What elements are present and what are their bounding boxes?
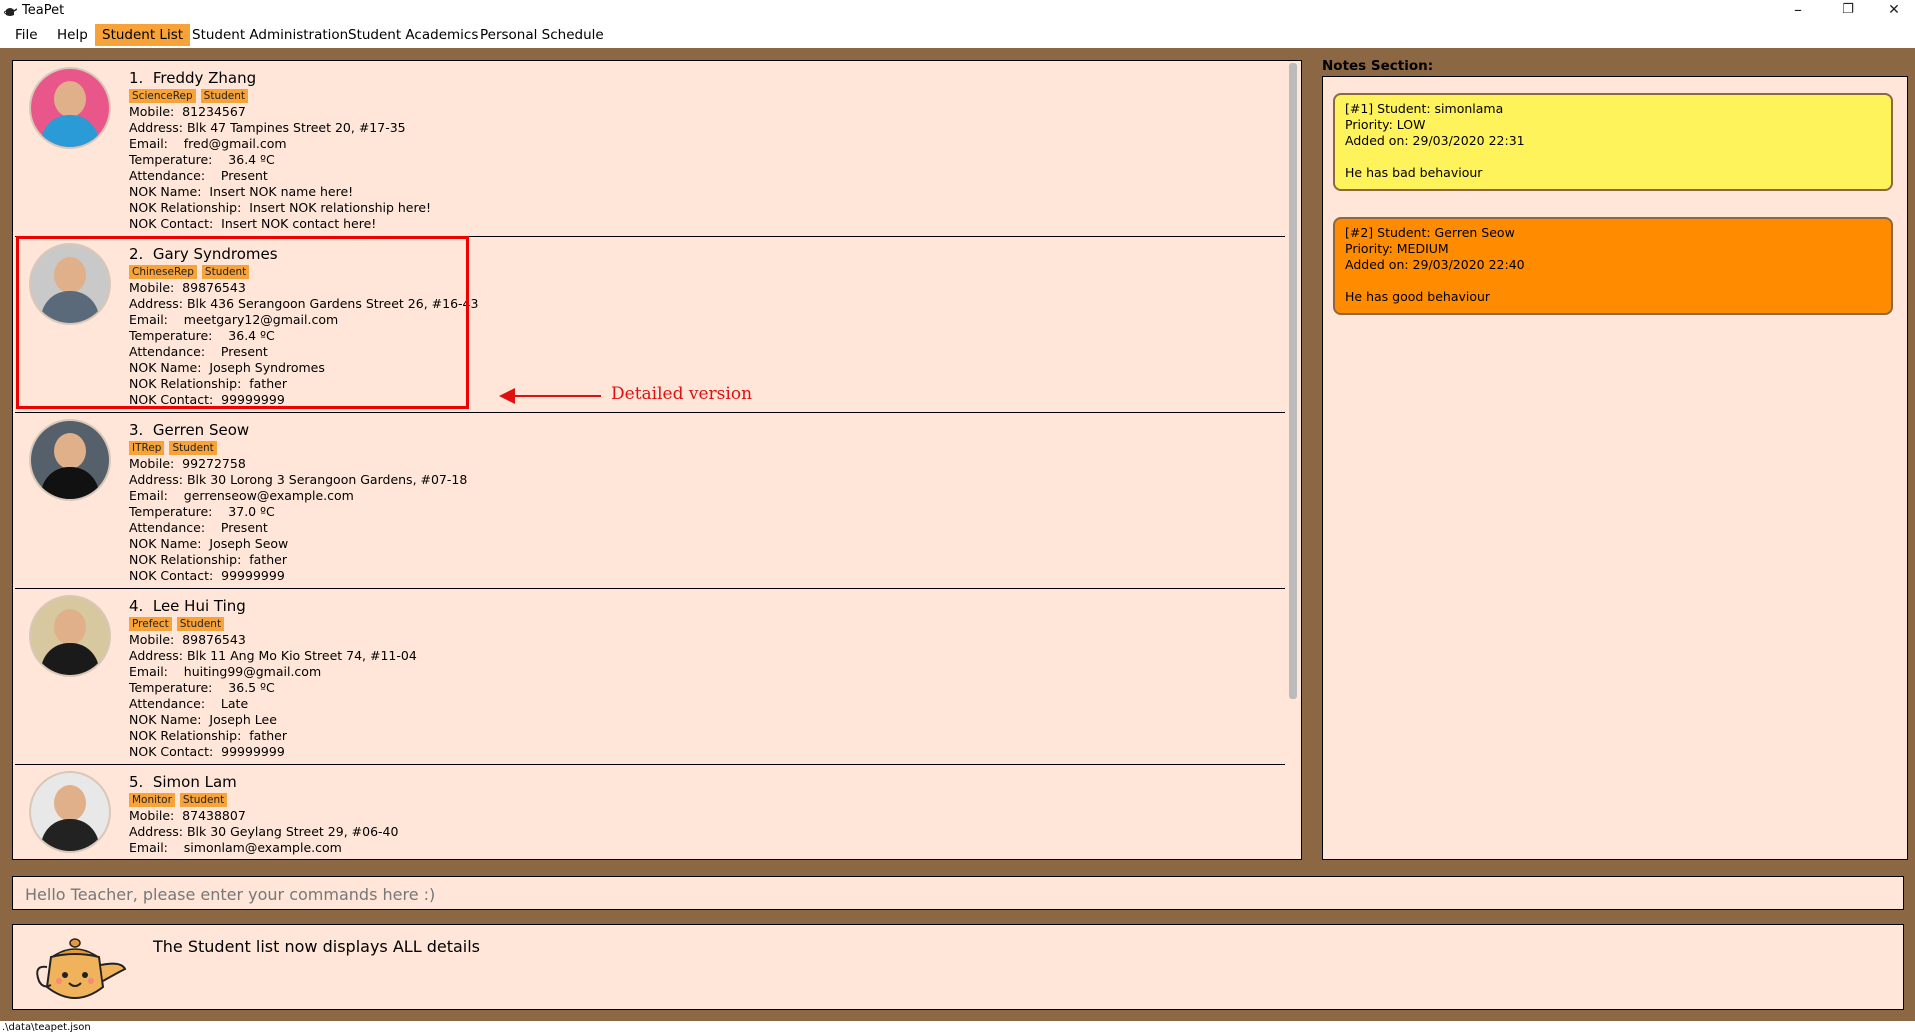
student-name: 4. Lee Hui Ting <box>129 597 246 615</box>
student-tags: ITRep Student <box>129 441 222 455</box>
tag-badge: Student <box>179 793 228 807</box>
note-date: Added on: 29/03/2020 22:40 <box>1345 257 1525 272</box>
student-tags: Prefect Student <box>129 617 229 631</box>
student-details: Mobile: 99272758 Address: Blk 30 Lorong 3… <box>129 456 468 583</box>
tag-badge: ScienceRep <box>129 89 196 103</box>
student-name: 5. Simon Lam <box>129 773 237 791</box>
list-scrollbar[interactable] <box>1289 63 1297 699</box>
tag-badge: Student <box>169 441 217 455</box>
menu-help[interactable]: Help <box>50 24 95 46</box>
notes-panel[interactable]: [#1] Student: simonlama Priority: LOW Ad… <box>1322 76 1908 860</box>
student-avatar <box>29 67 111 149</box>
annotation-label: Detailed version <box>611 384 753 404</box>
result-message: The Student list now displays ALL detail… <box>153 937 480 956</box>
menu-student-list[interactable]: Student List <box>95 24 191 46</box>
student-card[interactable]: 1. Freddy Zhang ScienceRep Student Mobile… <box>15 61 1285 238</box>
student-name: 3. Gerren Seow <box>129 421 250 439</box>
student-tags: ScienceRep Student <box>129 89 253 103</box>
note-header: [#2] Student: Gerren Seow <box>1345 225 1515 240</box>
teapot-app-icon <box>4 8 17 16</box>
student-card[interactable]: 4. Lee Hui Ting Prefect Student Mobile: 8… <box>15 589 1285 766</box>
student-card[interactable]: 3. Gerren Seow ITRep Student Mobile: 9927… <box>15 413 1285 590</box>
notes-title: Notes Section: <box>1322 58 1434 74</box>
student-name: 1. Freddy Zhang <box>129 69 257 87</box>
student-tags: Monitor Student <box>129 793 232 807</box>
tag-badge: Student <box>176 617 225 631</box>
note-text: He has bad behaviour <box>1345 165 1483 180</box>
minimize-button[interactable]: – <box>1776 0 1820 22</box>
student-avatar <box>29 771 111 853</box>
window-title: TeaPet <box>22 3 65 18</box>
annotation-highlight-box <box>16 236 469 409</box>
note-card[interactable]: [#1] Student: simonlama Priority: LOW Ad… <box>1333 93 1893 191</box>
tag-badge: ITRep <box>129 441 165 455</box>
teapot-mascot-icon <box>36 938 127 999</box>
student-details: Mobile: 81234567 Address: Blk 47 Tampines… <box>129 104 432 231</box>
note-date: Added on: 29/03/2020 22:31 <box>1345 133 1525 148</box>
command-input[interactable] <box>23 881 1887 907</box>
student-card[interactable]: 5. Simon Lam Monitor Student Mobile: 8743… <box>15 765 1285 859</box>
status-bar-path: .\data\teapet.json <box>0 1021 1915 1034</box>
student-list-panel[interactable]: 1. Freddy Zhang ScienceRep Student Mobile… <box>12 60 1302 860</box>
note-header: [#1] Student: simonlama <box>1345 101 1504 116</box>
restore-button[interactable]: ❐ <box>1826 0 1870 22</box>
note-text: He has good behaviour <box>1345 289 1491 304</box>
close-button[interactable]: ✕ <box>1872 0 1915 22</box>
title-bar: TeaPet – ❐ ✕ <box>0 0 1915 22</box>
note-card[interactable]: [#2] Student: Gerren Seow Priority: MEDI… <box>1333 217 1893 315</box>
note-priority: Priority: MEDIUM <box>1345 241 1449 256</box>
student-avatar <box>29 595 111 677</box>
menu-bar: File Help Student List Student Administr… <box>0 22 1915 48</box>
tag-badge: Prefect <box>129 617 172 631</box>
tag-badge: Monitor <box>129 793 175 807</box>
tag-badge: Student <box>200 89 248 103</box>
annotation-arrow-line <box>513 395 601 397</box>
menu-file[interactable]: File <box>8 24 45 46</box>
main-frame: 1. Freddy Zhang ScienceRep Student Mobile… <box>0 48 1915 1021</box>
student-details: Mobile: 89876543 Address: Blk 11 Ang Mo K… <box>129 632 417 759</box>
command-box <box>12 876 1904 910</box>
student-avatar <box>29 419 111 501</box>
menu-personal-schedule[interactable]: Personal Schedule <box>473 24 611 46</box>
result-display: The Student list now displays ALL detail… <box>12 924 1904 1010</box>
menu-student-academics[interactable]: Student Academics <box>341 24 485 46</box>
student-details: Mobile: 87438807 Address: Blk 30 Geylang … <box>129 808 399 855</box>
menu-student-administration[interactable]: Student Administration <box>185 24 355 46</box>
note-priority: Priority: LOW <box>1345 117 1426 132</box>
